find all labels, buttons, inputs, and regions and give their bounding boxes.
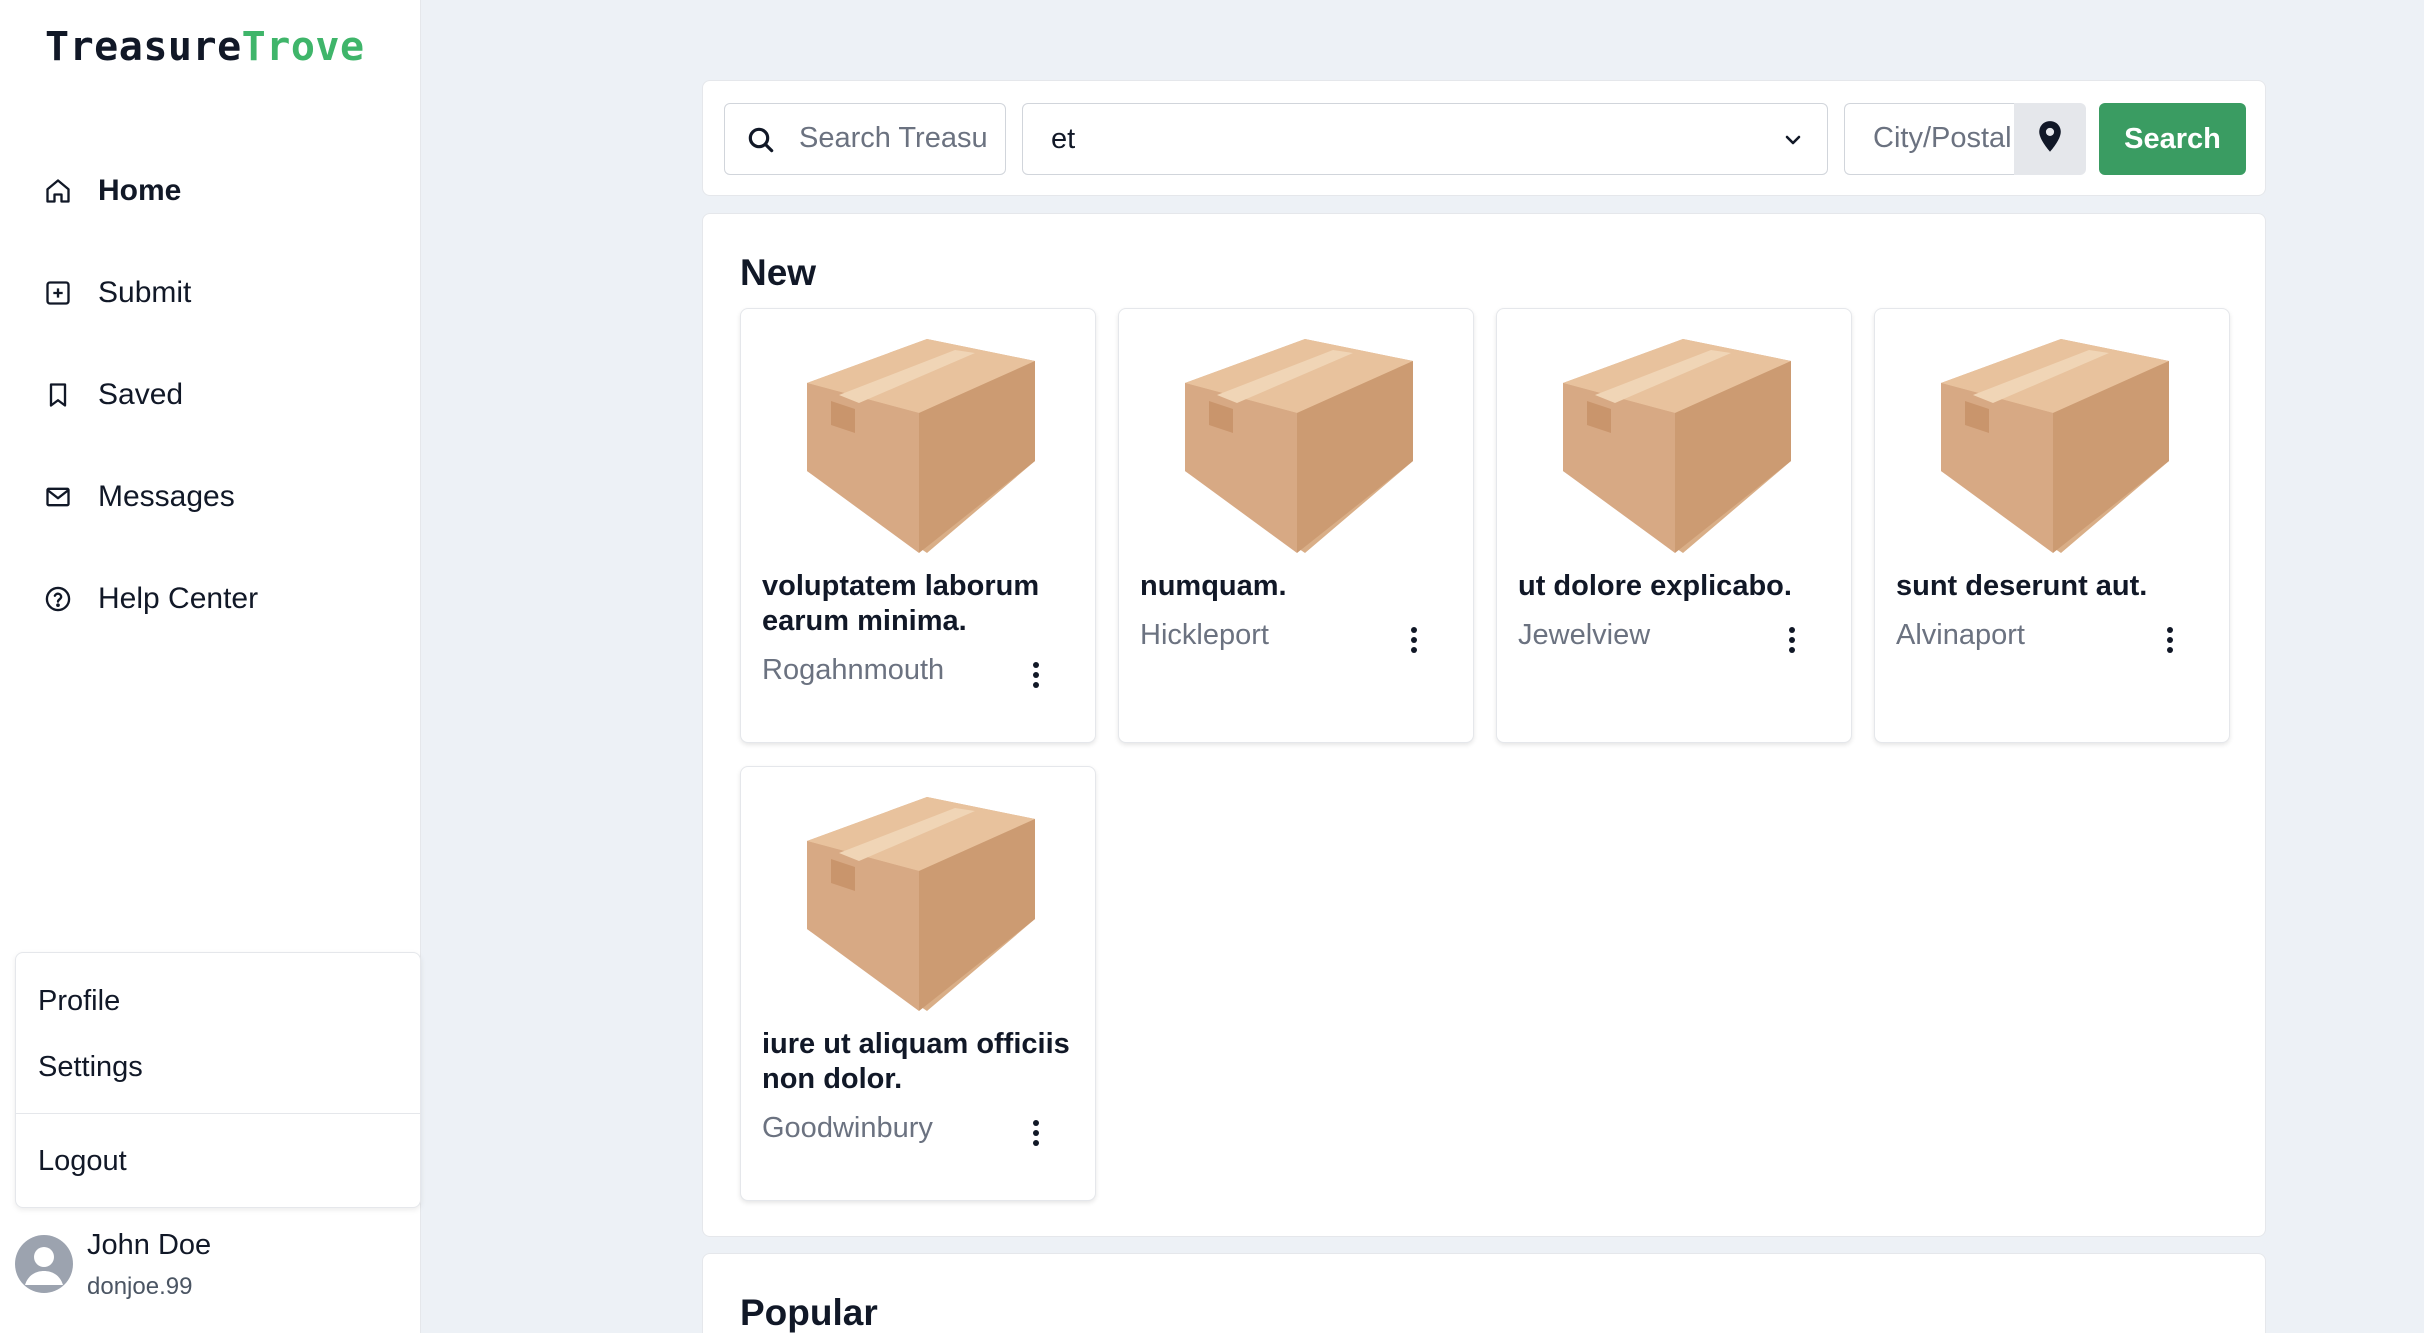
more-options-icon[interactable] bbox=[1777, 620, 1807, 660]
sidebar-item-label: Home bbox=[98, 174, 182, 207]
more-options-icon[interactable] bbox=[1399, 620, 1429, 660]
card-title: ut dolore explicabo. bbox=[1518, 570, 1792, 602]
sidebar: TreasureTrove Home Submit Saved Messages bbox=[0, 0, 421, 1333]
section-title: Popular bbox=[740, 1292, 878, 1333]
sidebar-item-label: Messages bbox=[98, 480, 235, 513]
user-name: John Doe bbox=[87, 1229, 212, 1261]
user-handle: donjoe.99 bbox=[87, 1273, 193, 1300]
section-title: New bbox=[740, 252, 817, 293]
location-placeholder: City/Postal bbox=[1873, 122, 2012, 154]
search-button[interactable]: Search bbox=[2099, 103, 2246, 175]
sidebar-item-home[interactable]: Home bbox=[0, 140, 421, 242]
bookmark-icon bbox=[42, 379, 74, 411]
chevron-down-icon bbox=[1781, 128, 1805, 157]
sidebar-item-submit[interactable]: Submit bbox=[0, 242, 421, 344]
listing-card[interactable]: sunt deserunt aut. Alvinaport bbox=[1874, 308, 2230, 743]
location-pin-button[interactable] bbox=[2014, 103, 2086, 175]
avatar bbox=[15, 1235, 73, 1293]
app-logo[interactable]: TreasureTrove bbox=[45, 24, 365, 70]
sidebar-item-label: Submit bbox=[98, 276, 192, 309]
sidebar-item-label: Help Center bbox=[98, 582, 259, 615]
card-location: Alvinaport bbox=[1896, 619, 2025, 651]
logout-menu-item[interactable]: Logout bbox=[38, 1145, 127, 1178]
cardboard-box-image bbox=[1563, 339, 1791, 553]
cardboard-box-image bbox=[1185, 339, 1413, 553]
plus-square-icon bbox=[42, 277, 74, 309]
cardboard-box-image bbox=[807, 339, 1035, 553]
search-placeholder: Search Treasu bbox=[799, 122, 988, 154]
popular-section: Popular bbox=[702, 1253, 2266, 1333]
mail-icon bbox=[42, 481, 74, 513]
cardboard-box-image bbox=[807, 797, 1035, 1011]
main-nav: Home Submit Saved Messages Help Center bbox=[0, 140, 421, 650]
more-options-icon[interactable] bbox=[2155, 620, 2185, 660]
user-account[interactable]: John Doe donjoe.99 bbox=[15, 1225, 415, 1305]
card-location: Goodwinbury bbox=[762, 1112, 933, 1144]
more-options-icon[interactable] bbox=[1021, 1113, 1051, 1153]
search-bar: Search Treasu et City/Postal Search bbox=[702, 80, 2266, 196]
sidebar-item-help-center[interactable]: Help Center bbox=[0, 548, 421, 650]
card-location: Hickleport bbox=[1140, 619, 1269, 651]
listing-card[interactable]: voluptatem laborum earum minima. Rogahnm… bbox=[740, 308, 1096, 743]
settings-menu-item[interactable]: Settings bbox=[38, 1051, 143, 1084]
logo-text-accent: Trove bbox=[241, 24, 365, 70]
home-icon bbox=[42, 175, 74, 207]
listing-card[interactable]: ut dolore explicabo. Jewelview bbox=[1496, 308, 1852, 743]
card-location: Rogahnmouth bbox=[762, 654, 945, 686]
search-input[interactable]: Search Treasu bbox=[724, 103, 1006, 175]
help-circle-icon bbox=[42, 583, 74, 615]
sidebar-item-messages[interactable]: Messages bbox=[0, 446, 421, 548]
profile-menu-item[interactable]: Profile bbox=[38, 985, 120, 1018]
listing-card[interactable]: numquam. Hickleport bbox=[1118, 308, 1474, 743]
sidebar-item-saved[interactable]: Saved bbox=[0, 344, 421, 446]
card-title: voluptatem laborum earum minima. bbox=[762, 570, 1040, 637]
listing-card[interactable]: iure ut aliquam officiis non dolor. Good… bbox=[740, 766, 1096, 1201]
map-pin-icon bbox=[2036, 120, 2064, 159]
card-title: iure ut aliquam officiis non dolor. bbox=[762, 1028, 1070, 1095]
cardboard-box-image bbox=[1941, 339, 2169, 553]
category-value: et bbox=[1051, 123, 1076, 155]
menu-divider bbox=[16, 1113, 420, 1114]
account-menu: Profile Settings Logout bbox=[15, 952, 421, 1208]
card-title: numquam. bbox=[1140, 570, 1287, 602]
category-select[interactable]: et bbox=[1022, 103, 1828, 175]
more-options-icon[interactable] bbox=[1021, 655, 1051, 695]
new-section: New voluptatem laborum earum minima. Rog… bbox=[702, 213, 2266, 1237]
search-icon bbox=[745, 124, 777, 161]
card-location: Jewelview bbox=[1518, 619, 1651, 651]
logo-text-primary: Treasure bbox=[45, 24, 242, 70]
sidebar-item-label: Saved bbox=[98, 378, 184, 411]
card-title: sunt deserunt aut. bbox=[1896, 570, 2148, 602]
